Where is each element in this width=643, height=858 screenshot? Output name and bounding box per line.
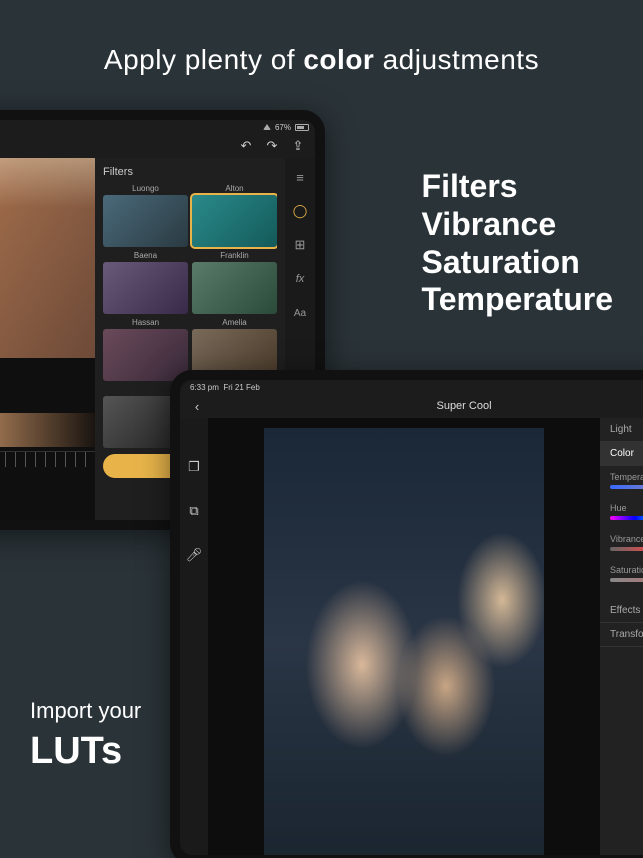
next-frame-button[interactable]: ▶| — [0, 368, 95, 388]
status-bar: 6:33 pm Fri 21 Feb 41% — [180, 380, 643, 394]
battery-percent: 67% — [275, 123, 291, 132]
ipad-device-right: 6:33 pm Fri 21 Feb 41% ‹ Super Cool ↶ ↷ … — [170, 370, 643, 858]
edited-photo — [264, 428, 544, 858]
filters-heading: Filters — [103, 166, 277, 178]
share-icon[interactable]: ⇪ — [289, 137, 307, 155]
filter-option[interactable]: Hassan — [103, 318, 188, 381]
feature-item: Vibrance — [422, 206, 613, 244]
fx-icon[interactable]: fx — [291, 270, 309, 288]
filter-thumbnail — [192, 195, 277, 247]
timeline[interactable]: on Remove Select track — [0, 413, 95, 530]
filter-label: Amelia — [192, 318, 277, 327]
status-bar: 67% — [0, 120, 315, 134]
app-topbar: n trip ↶ ↷ ⇪ — [0, 134, 315, 158]
filter-label: Hassan — [103, 318, 188, 327]
clip-strip[interactable] — [0, 413, 95, 447]
grid-icon[interactable]: ⊞ — [291, 236, 309, 254]
filter-label: Baena — [103, 251, 188, 260]
slider-track[interactable] — [610, 578, 643, 582]
filter-thumbnail — [103, 329, 188, 381]
filter-label: Luongo — [103, 184, 188, 193]
filter-label: Franklin — [192, 251, 277, 260]
sliders-icon[interactable]: ≡ — [291, 168, 309, 186]
slider-temperature[interactable]: Temperature — [600, 466, 643, 497]
section-light[interactable]: Light — [600, 418, 643, 442]
slider-track[interactable] — [610, 516, 643, 520]
adjustments-panel: Light Color Temperature Hue Vibrance Sat… — [600, 418, 643, 855]
feature-item: Temperature — [422, 281, 613, 319]
luts-callout: Import your LUTs — [30, 698, 141, 773]
headline-post: adjustments — [374, 44, 539, 75]
status-time: 6:33 pm — [190, 383, 219, 392]
undo-icon[interactable]: ↶ — [237, 137, 255, 155]
text-icon[interactable]: Aa — [291, 304, 309, 322]
slider-label: Saturation — [610, 565, 643, 575]
feature-item: Saturation — [422, 244, 613, 282]
redo-icon[interactable]: ↷ — [263, 137, 281, 155]
project-title: Super Cool — [436, 400, 491, 412]
section-effects[interactable]: Effects — [600, 599, 643, 623]
canvas-area[interactable] — [208, 418, 600, 855]
slider-label: Hue — [610, 503, 643, 513]
filter-thumbnail — [192, 262, 277, 314]
filter-thumbnail — [103, 262, 188, 314]
luts-big: LUTs — [30, 730, 141, 773]
slider-hue[interactable]: Hue — [600, 497, 643, 528]
wifi-icon — [263, 124, 271, 130]
status-date: Fri 21 Feb — [223, 383, 259, 392]
slider-label: Vibrance — [610, 534, 643, 544]
slider-value: 100.0 — [610, 584, 643, 593]
preview-image — [0, 158, 95, 358]
timeline-ruler[interactable] — [0, 451, 95, 467]
feature-item: Filters — [422, 168, 613, 206]
section-transform-label: Transform — [610, 629, 643, 640]
app-topbar: ‹ Super Cool ↶ ↷ ⇪ — [180, 394, 643, 418]
filter-option[interactable]: Baena — [103, 251, 188, 314]
filters-icon[interactable]: ◯ — [291, 202, 309, 220]
slider-saturation[interactable]: Saturation 100.0 — [600, 559, 643, 599]
back-icon[interactable]: ‹ — [188, 397, 206, 415]
filter-option[interactable]: Alton — [192, 184, 277, 247]
filter-option[interactable]: Luongo — [103, 184, 188, 247]
layers-icon[interactable]: ❐ — [185, 458, 203, 476]
marketing-headline: Apply plenty of color adjustments — [0, 44, 643, 76]
mic-icon[interactable]: 🎤︎ — [185, 546, 203, 564]
slider-vibrance[interactable]: Vibrance — [600, 528, 643, 559]
slider-track[interactable] — [610, 485, 643, 489]
headline-pre: Apply plenty of — [104, 44, 303, 75]
filter-label: Alton — [192, 184, 277, 193]
battery-icon — [295, 124, 309, 131]
headline-bold: color — [303, 44, 374, 75]
copy-icon[interactable]: ⧉ — [185, 502, 203, 520]
preview-area: ▶| on Remove Select track — [0, 158, 95, 520]
filter-thumbnail — [103, 195, 188, 247]
slider-track[interactable] — [610, 547, 643, 551]
left-tool-rail: ❐ ⧉ 🎤︎ — [180, 418, 208, 855]
slider-label: Temperature — [610, 472, 643, 482]
filter-option[interactable]: Franklin — [192, 251, 277, 314]
section-color[interactable]: Color — [600, 442, 643, 466]
section-transform[interactable]: Transform ⛶ — [600, 623, 643, 647]
feature-list: Filters Vibrance Saturation Temperature — [422, 168, 613, 319]
luts-small: Import your — [30, 698, 141, 724]
